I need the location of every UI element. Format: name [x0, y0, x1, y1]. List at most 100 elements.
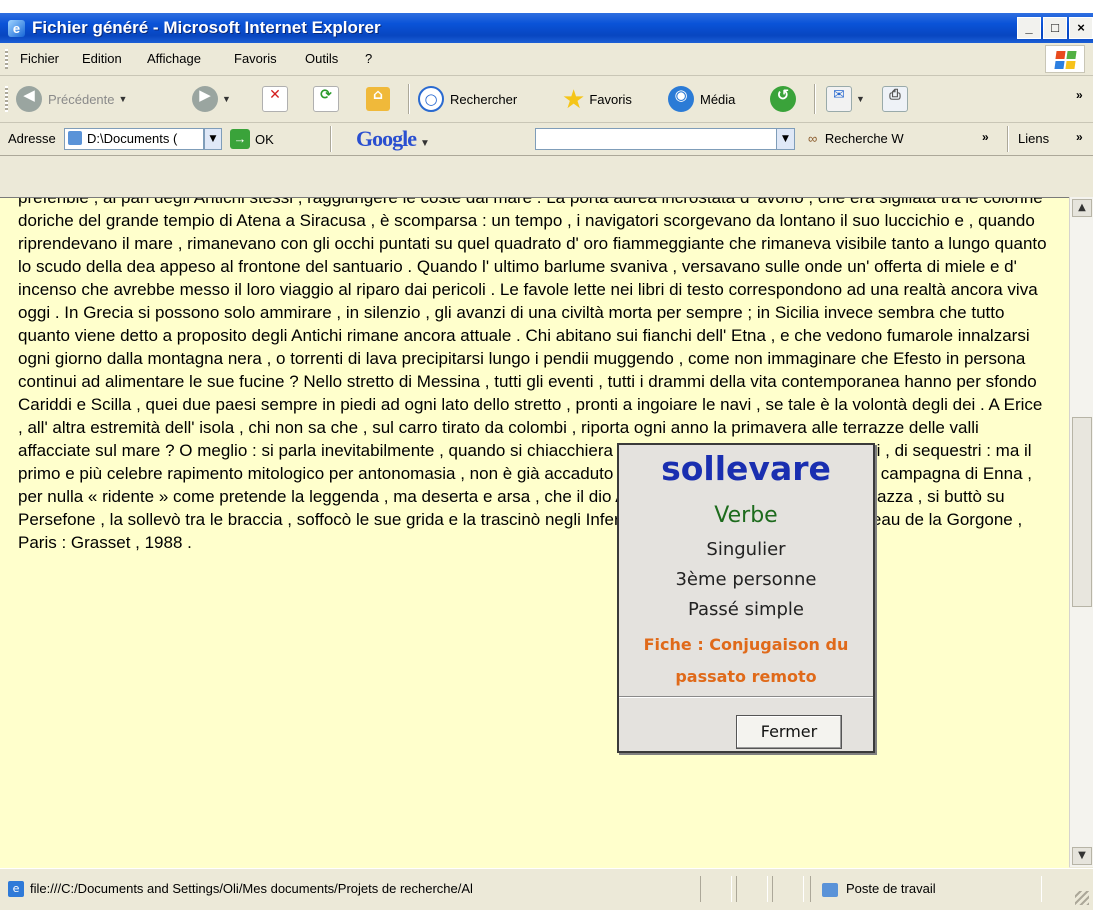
- google-logo-text: Google: [356, 126, 417, 151]
- refresh-button[interactable]: ⟳: [313, 84, 339, 114]
- menu-outils[interactable]: Outils: [305, 51, 338, 66]
- status-bar: e file:///C:/Documents and Settings/Oli/…: [0, 868, 1093, 910]
- popup-divider: [619, 696, 873, 698]
- go-label: OK: [255, 131, 274, 147]
- refresh-icon: ⟳: [313, 86, 339, 112]
- menu-edition[interactable]: Edition: [82, 51, 122, 66]
- back-button[interactable]: ◀ Précédente ▼: [16, 84, 127, 114]
- page-content: préférible , al pari degli Antichi stess…: [0, 197, 1069, 868]
- address-label: Adresse: [8, 131, 56, 146]
- media-label: Média: [700, 91, 736, 107]
- window-controls: _ □ ×: [1015, 17, 1093, 39]
- windows-logo-icon: [1045, 45, 1085, 73]
- media-icon: ◉: [668, 86, 694, 112]
- search-label: Rechercher: [450, 91, 518, 107]
- toolbar-separator: [814, 84, 816, 114]
- mail-icon: ✉: [826, 86, 852, 112]
- google-dropdown-icon[interactable]: ▼: [420, 138, 430, 149]
- address-bar: Adresse D:\Documents ( ▼ → OK Google ▼ ▼ …: [0, 123, 1093, 156]
- go-button[interactable]: → OK: [230, 128, 274, 150]
- conjugation-link[interactable]: Fiche : Conjugaison du passato remoto: [619, 629, 873, 693]
- zone-label: Poste de travail: [846, 881, 936, 896]
- stop-icon: ✕: [262, 86, 288, 112]
- browser-window: e Fichier généré - Microsoft Internet Ex…: [0, 13, 1093, 910]
- search-icon: ○: [418, 86, 444, 112]
- standard-toolbar: ◀ Précédente ▼ ▶ ▼ ✕ ⟳ ⌂ ○ Rechercher ★ …: [0, 76, 1093, 123]
- menu-affichage[interactable]: Affichage: [147, 51, 201, 66]
- menu-favoris[interactable]: Favoris: [234, 51, 277, 66]
- popup-person: 3ème personne: [675, 569, 817, 590]
- google-search-label: Recherche W: [824, 131, 904, 146]
- mail-dropdown-icon[interactable]: ▼: [856, 94, 865, 104]
- print-button[interactable]: ⎙: [882, 84, 908, 114]
- favorites-button[interactable]: ★ Favoris: [562, 84, 632, 114]
- history-button[interactable]: ↺: [770, 84, 796, 114]
- binoculars-icon: ∞: [808, 131, 818, 146]
- scroll-thumb[interactable]: [1072, 417, 1092, 607]
- title-bar[interactable]: e Fichier généré - Microsoft Internet Ex…: [0, 13, 1093, 43]
- google-logo[interactable]: Google ▼: [356, 126, 430, 152]
- ie-logo-icon: e: [8, 20, 25, 37]
- address-dropdown-icon[interactable]: ▼: [204, 128, 222, 150]
- links-overflow-chevron[interactable]: »: [1076, 130, 1083, 144]
- toolbar-overflow-chevron[interactable]: »: [1076, 88, 1083, 102]
- address-input[interactable]: D:\Documents (: [64, 128, 204, 150]
- maximize-button[interactable]: □: [1043, 17, 1067, 39]
- resize-grip[interactable]: [1075, 891, 1089, 905]
- forward-dropdown-icon[interactable]: ▼: [222, 94, 231, 104]
- minimize-button[interactable]: _: [1017, 17, 1041, 39]
- word-info-popup: sollevare Verbe Singulier 3ème personne …: [617, 443, 875, 753]
- page-status-icon: e: [8, 881, 24, 897]
- popup-word: sollevare: [661, 449, 831, 488]
- links-separator: [1007, 126, 1009, 152]
- print-icon: ⎙: [882, 86, 908, 112]
- status-panel: [700, 876, 732, 902]
- back-dropdown-icon[interactable]: ▼: [119, 94, 128, 104]
- toolbar-separator: [408, 84, 410, 114]
- menu-help[interactable]: ?: [365, 51, 372, 66]
- page-icon: [68, 131, 82, 145]
- popup-part-of-speech: Verbe: [714, 503, 778, 528]
- home-button[interactable]: ⌂: [366, 84, 390, 114]
- mail-button[interactable]: ✉ ▼: [826, 84, 865, 114]
- close-button[interactable]: ×: [1069, 17, 1093, 39]
- google-overflow-chevron[interactable]: »: [982, 130, 989, 144]
- media-button[interactable]: ◉ Média: [668, 84, 735, 114]
- star-icon: ★: [562, 84, 586, 114]
- scroll-up-icon[interactable]: ▲: [1072, 199, 1092, 217]
- popup-tense: Passé simple: [687, 599, 805, 620]
- menubar-grip[interactable]: [5, 49, 8, 69]
- toolbar-grip[interactable]: [5, 86, 8, 112]
- go-arrow-icon: →: [230, 129, 250, 149]
- search-button[interactable]: ○ Rechercher: [418, 84, 517, 114]
- security-zone: Poste de travail: [822, 881, 936, 897]
- vertical-scrollbar[interactable]: ▲ ▼: [1069, 197, 1093, 867]
- window-title: Fichier généré - Microsoft Internet Expl…: [32, 18, 381, 37]
- back-label: Précédente: [48, 91, 115, 107]
- status-panel: [772, 876, 804, 902]
- forward-button[interactable]: ▶ ▼: [192, 84, 231, 114]
- popup-number: Singulier: [706, 539, 786, 560]
- favorites-label: Favoris: [589, 91, 632, 107]
- scroll-down-icon[interactable]: ▼: [1072, 847, 1092, 865]
- address-value: D:\Documents (: [87, 131, 178, 146]
- page-text: préférible , al pari degli Antichi stess…: [18, 197, 1047, 552]
- links-button[interactable]: Liens: [1018, 131, 1049, 146]
- computer-icon: [822, 882, 838, 897]
- google-search-button[interactable]: ∞ Recherche W: [808, 131, 904, 146]
- back-arrow-icon: ◀: [16, 86, 42, 112]
- addressbar-separator: [330, 126, 332, 152]
- google-search-dropdown-icon[interactable]: ▼: [776, 129, 794, 149]
- status-panel: [736, 876, 768, 902]
- conjugation-link-line2: passato remoto: [675, 667, 817, 686]
- conjugation-link-line1: Fiche : Conjugaison du: [643, 635, 849, 654]
- menu-bar: Fichier Edition Affichage Favoris Outils…: [0, 43, 1093, 76]
- stop-button[interactable]: ✕: [262, 84, 288, 114]
- history-icon: ↺: [770, 86, 796, 112]
- menu-fichier[interactable]: Fichier: [20, 51, 59, 66]
- google-search-input[interactable]: [535, 128, 795, 150]
- home-icon: ⌂: [366, 87, 390, 111]
- close-popup-button[interactable]: Fermer: [736, 715, 842, 749]
- forward-arrow-icon: ▶: [192, 86, 218, 112]
- status-url: file:///C:/Documents and Settings/Oli/Me…: [30, 881, 473, 896]
